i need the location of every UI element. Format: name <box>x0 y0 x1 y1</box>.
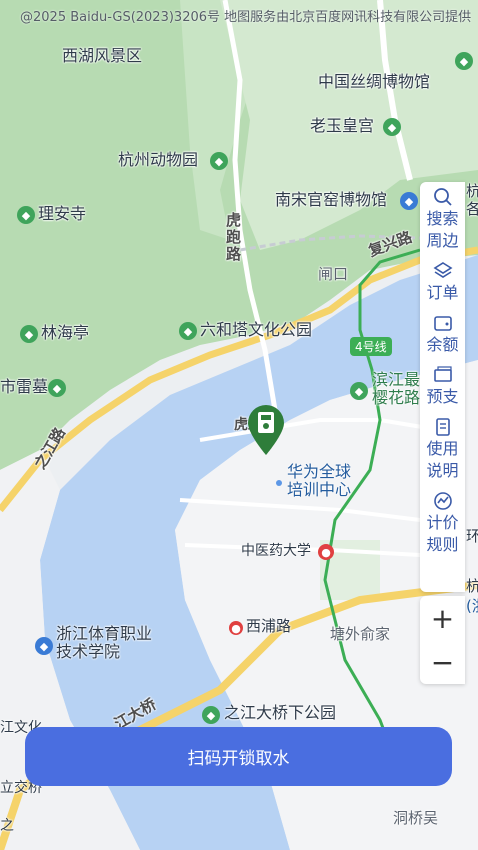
tool-advance-label: 预支 <box>426 387 459 406</box>
tool-balance[interactable]: 余额 <box>420 308 465 360</box>
label-dqw: 洞桥吴 <box>393 809 439 827</box>
temple-icon: ◆ <box>17 206 35 224</box>
label-liuhe: 六和塔文化公园 <box>200 320 313 339</box>
cemetery-icon: ◆ <box>48 379 66 397</box>
zoo-icon: ◆ <box>210 152 228 170</box>
metro-station-icon: ● <box>229 621 243 635</box>
museum-icon: ◆ <box>400 192 418 210</box>
label-laoyu: 老玉皇宫 <box>310 116 375 135</box>
label-huan: 环 <box>466 527 478 545</box>
tool-search-nearby[interactable]: 搜索周边 <box>420 182 465 256</box>
park-icon: ◆ <box>350 382 368 400</box>
zoom-out-button[interactable]: − <box>420 640 465 684</box>
label-silk-museum: 中国丝绸博物馆 <box>318 72 431 91</box>
map-copyright: @2025 Baidu-GS(2023)3206号 地图服务由北京百度网讯科技有… <box>20 10 472 25</box>
label-zjpark: 之江大桥下公园 <box>224 703 337 722</box>
document-icon <box>432 416 454 438</box>
label-leimu: 市雷墓 <box>0 377 49 396</box>
tool-orders-label: 订单 <box>426 283 459 302</box>
label-binjiang: 滨江最樱花路 <box>372 370 421 408</box>
tool-balance-label: 余额 <box>426 335 459 354</box>
label-west-lake: 西湖风景区 <box>62 46 143 65</box>
tool-orders[interactable]: 订单 <box>420 256 465 308</box>
cash-icon <box>432 364 454 386</box>
label-gai: 各 <box>466 200 478 218</box>
tool-pricing[interactable]: 计价规则 <box>420 486 465 560</box>
tool-pricing-label: 计价规则 <box>426 513 459 554</box>
label-metro-station: 中医药大学 <box>241 543 311 559</box>
label-tangwai: 塘外俞家 <box>330 625 391 643</box>
label-xipu: 西浦路 <box>246 617 292 635</box>
label-zhe2: (浙 <box>466 597 478 615</box>
label-zjsport: 浙江体育职业技术学院 <box>56 624 153 662</box>
tool-instructions[interactable]: 使用说明 <box>420 412 465 486</box>
label-guanyao: 南宋官窑博物馆 <box>275 190 388 209</box>
location-dot-icon <box>276 480 282 486</box>
zoom-in-button[interactable]: + <box>420 596 465 640</box>
map-toolbar: 搜索周边 订单 余额 预支 使用说明 计价规则 <box>420 182 465 592</box>
metro-line-4-badge: 4号线 <box>350 337 392 356</box>
label-zoo: 杭州动物园 <box>118 150 199 169</box>
tool-search-label: 搜索周边 <box>426 209 459 250</box>
temple-icon: ◆ <box>383 118 401 136</box>
layers-icon <box>432 260 454 282</box>
label-hang: 杭 <box>466 182 478 200</box>
label-zhe: 杭 <box>466 577 478 595</box>
scan-unlock-button[interactable]: 扫码开锁取水 <box>25 727 452 786</box>
tool-instructions-label: 使用说明 <box>426 439 459 480</box>
chart-icon <box>432 490 454 512</box>
park-icon: ◆ <box>179 322 197 340</box>
label-huawei: 华为全球培训中心 <box>287 462 352 500</box>
label-linhai: 林海亭 <box>41 323 90 342</box>
wallet-icon <box>432 312 454 334</box>
pavilion-icon: ◆ <box>20 325 38 343</box>
label-zhakou: 闸口 <box>318 265 349 283</box>
label-zhi: 之 <box>0 818 14 834</box>
school-icon: ◆ <box>35 637 53 655</box>
zoom-controls: + − <box>420 596 465 684</box>
tool-advance[interactable]: 预支 <box>420 360 465 412</box>
park-icon: ◆ <box>455 52 473 70</box>
road-hupao: 虎跑路 <box>226 211 242 263</box>
metro-station-icon: ● <box>318 544 334 560</box>
search-icon <box>432 186 454 208</box>
park-icon: ◆ <box>202 706 220 724</box>
water-station-marker-icon[interactable] <box>247 404 285 456</box>
label-lian: 理安寺 <box>38 204 87 223</box>
